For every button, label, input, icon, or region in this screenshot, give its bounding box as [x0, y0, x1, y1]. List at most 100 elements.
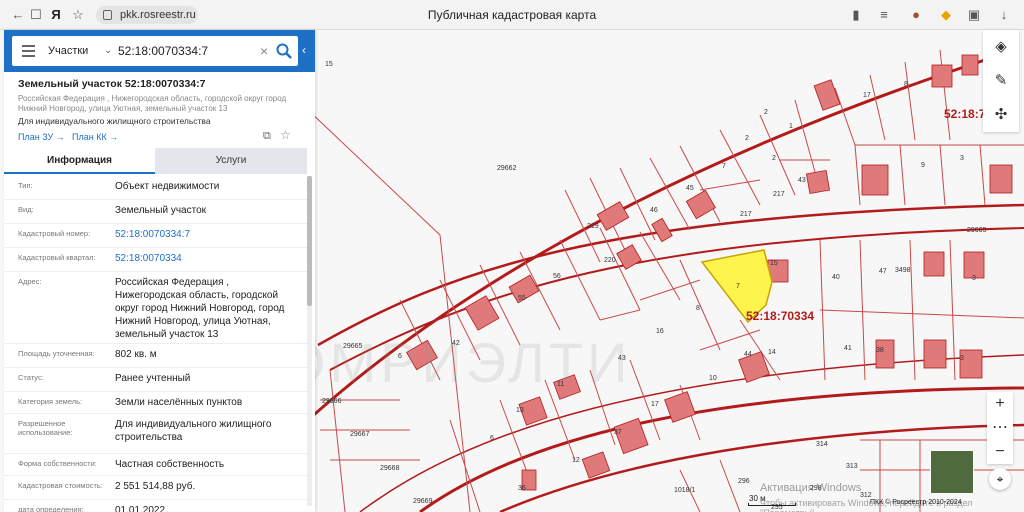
- svg-text:13: 13: [516, 407, 524, 414]
- attr-row: Статус: Ранее учтенный: [4, 368, 307, 392]
- plan-zu-link[interactable]: План ЗУ →: [18, 132, 65, 142]
- scale-bar: [748, 503, 796, 506]
- svg-text:314: 314: [816, 441, 828, 448]
- quarter-label-main: 52:18:70334: [746, 309, 814, 323]
- svg-text:9: 9: [921, 162, 925, 169]
- chevron-down-icon[interactable]: ⌄: [104, 36, 112, 66]
- bookmark-icon[interactable]: ▮: [848, 7, 864, 23]
- svg-text:40: 40: [832, 274, 840, 281]
- location-pin-icon[interactable]: ⌖: [989, 468, 1011, 490]
- svg-text:3: 3: [960, 355, 964, 362]
- svg-text:3: 3: [960, 155, 964, 162]
- ruler-icon[interactable]: ✎: [983, 64, 1019, 98]
- svg-text:46: 46: [650, 207, 658, 214]
- back-icon[interactable]: ←: [10, 7, 26, 23]
- scrollbar-thumb[interactable]: [307, 176, 312, 306]
- cadastral-quarter-link[interactable]: 52:18:0070334: [115, 252, 295, 265]
- windows-activation-text: Активация Windows: [760, 482, 862, 494]
- attr-row: Кадастровый квартал: 52:18:0070334: [4, 248, 307, 272]
- svg-text:36: 36: [518, 485, 526, 492]
- svg-text:55: 55: [518, 295, 526, 302]
- bookmark-outline-icon[interactable]: ☆: [70, 7, 86, 23]
- svg-text:17: 17: [651, 401, 659, 408]
- svg-text:3498: 3498: [895, 267, 911, 274]
- svg-text:1: 1: [789, 123, 793, 130]
- yandex-logo-icon[interactable]: Я: [48, 7, 64, 23]
- svg-text:29667: 29667: [350, 431, 370, 438]
- svg-text:2: 2: [772, 155, 776, 162]
- attr-row: Площадь уточненная: 802 кв. м: [4, 344, 307, 368]
- map-tools: ◈ ✎ ✣: [983, 30, 1019, 132]
- svg-text:219: 219: [587, 223, 599, 230]
- attr-row: дата определения: 01.01.2022: [4, 500, 307, 512]
- svg-text:12: 12: [572, 457, 580, 464]
- copyright: ПКК © Росреестр 2010-2024: [870, 499, 962, 506]
- clear-icon[interactable]: ×: [260, 36, 268, 66]
- tabs: Информация Услуги: [4, 148, 307, 174]
- svg-text:37: 37: [614, 429, 622, 436]
- collapse-panel-icon[interactable]: ‹: [302, 43, 306, 57]
- hamburger-icon[interactable]: [22, 45, 35, 57]
- svg-text:2: 2: [745, 135, 749, 142]
- search-box: Участки ⌄ ×: [12, 36, 298, 66]
- zoom-in-button[interactable]: +: [987, 392, 1013, 416]
- attr-row: Кадастровая стоимость: 2 551 514,88 руб.: [4, 476, 307, 500]
- download-icon[interactable]: ↓: [996, 7, 1012, 23]
- svg-text:8: 8: [904, 81, 908, 88]
- svg-text:29669: 29669: [413, 498, 433, 505]
- svg-text:10: 10: [709, 375, 717, 382]
- search-bar: Участки ⌄ × ‹: [4, 30, 315, 72]
- svg-text:38: 38: [876, 347, 884, 354]
- tabs-icon[interactable]: ☐: [28, 7, 44, 23]
- attr-row: Разрешенное использование: Для индивидуал…: [4, 414, 307, 454]
- attr-row: Категория земель: Земли населённых пункто…: [4, 392, 307, 414]
- svg-text:17: 17: [863, 92, 871, 99]
- extension-icon[interactable]: ●: [908, 7, 924, 23]
- search-type-select[interactable]: Участки: [48, 36, 88, 66]
- layers-icon[interactable]: ◈: [983, 30, 1019, 64]
- attr-row: Адрес: Российская Федерация , Нижегородск…: [4, 272, 307, 344]
- svg-text:47: 47: [879, 268, 887, 275]
- point-tool-icon[interactable]: ✣: [983, 98, 1019, 132]
- svg-text:15: 15: [770, 260, 778, 267]
- tab-info[interactable]: Информация: [4, 148, 155, 174]
- document-icon[interactable]: ⧉: [263, 130, 271, 143]
- extension-icon-3[interactable]: ▣: [966, 7, 982, 23]
- cadastral-number-link[interactable]: 52:18:0070334:7: [115, 228, 295, 241]
- svg-text:313: 313: [846, 463, 858, 470]
- svg-text:29662: 29662: [497, 165, 517, 172]
- favorite-star-icon[interactable]: ☆: [280, 128, 291, 142]
- object-purpose: Для индивидуального жилищного строительс…: [18, 116, 211, 126]
- basemap-switcher[interactable]: [930, 450, 974, 494]
- attr-row: Кадастровый номер: 52:18:0070334:7: [4, 224, 307, 248]
- scale-label: 30 м: [749, 494, 766, 503]
- svg-text:29665: 29665: [967, 227, 987, 234]
- svg-text:14: 14: [768, 349, 776, 356]
- svg-text:6: 6: [490, 435, 494, 442]
- browser-toolbar: ← ☐ Я ☆ pkk.rosreestr.ru ▮ ≡ ● ◆ ▣ ↓: [0, 0, 1024, 30]
- svg-text:7: 7: [736, 283, 740, 290]
- menu-icon[interactable]: ≡: [876, 7, 892, 23]
- svg-text:16: 16: [656, 328, 664, 335]
- address-bar[interactable]: pkk.rosreestr.ru: [96, 6, 198, 24]
- attr-row: Вид: Земельный участок: [4, 200, 307, 224]
- more-icon[interactable]: ⋯: [987, 416, 1013, 440]
- extension-icon-2[interactable]: ◆: [938, 7, 954, 23]
- svg-text:29668: 29668: [380, 465, 400, 472]
- svg-text:15: 15: [325, 61, 333, 68]
- plan-kk-link[interactable]: План КК →: [72, 132, 118, 142]
- svg-text:296: 296: [738, 478, 750, 485]
- search-input[interactable]: [118, 41, 258, 61]
- zoom-out-button[interactable]: −: [987, 440, 1013, 464]
- attr-row: Форма собственности: Частная собственност…: [4, 454, 307, 476]
- svg-text:44: 44: [744, 351, 752, 358]
- svg-text:45: 45: [686, 185, 694, 192]
- svg-text:7: 7: [722, 163, 726, 170]
- svg-text:220: 220: [604, 257, 616, 264]
- zoom-controls: + ⋯ −: [987, 392, 1013, 464]
- search-icon[interactable]: [275, 42, 293, 60]
- tab-services[interactable]: Услуги: [155, 148, 307, 174]
- panel-scrollbar[interactable]: [307, 176, 312, 506]
- svg-text:29666: 29666: [322, 398, 342, 405]
- object-address: Российская Федерация , Нижегородская обл…: [18, 94, 287, 113]
